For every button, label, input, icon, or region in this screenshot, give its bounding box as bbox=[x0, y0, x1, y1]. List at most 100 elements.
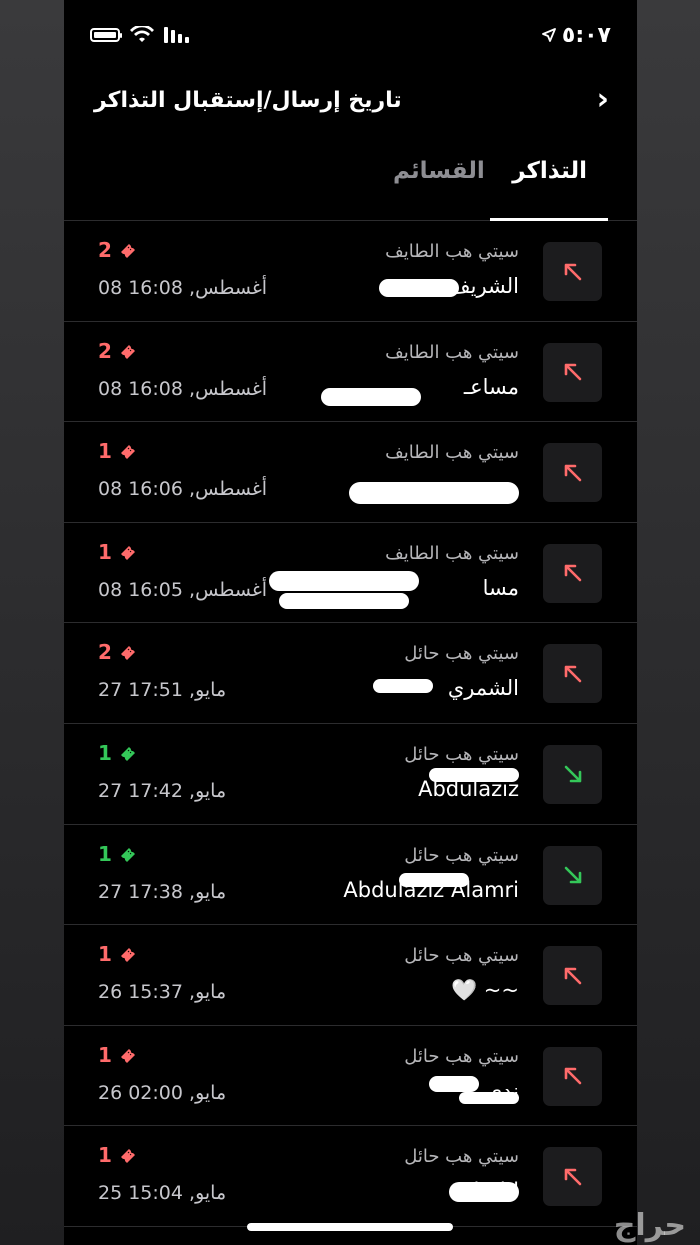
list-item[interactable]: سيتي هب حائل ~~ 🤍 1 26 مايو, 15:37 bbox=[64, 925, 637, 1026]
tab-bar: التذاكر القسائم bbox=[64, 150, 637, 221]
timestamp: 27 مايو, 17:51 bbox=[98, 679, 227, 702]
ticket-count-value: 1 bbox=[98, 841, 112, 866]
status-icons bbox=[90, 26, 190, 44]
ticket-icon bbox=[120, 545, 135, 560]
ticket-icon bbox=[120, 1048, 135, 1063]
ticket-count: 2 bbox=[98, 238, 138, 262]
branch-name: سيتي هب حائل bbox=[404, 643, 519, 665]
ticket-icon bbox=[120, 948, 135, 963]
ticket-icon bbox=[120, 244, 135, 258]
list-item[interactable]: سيتي هب حائل Abdulaziz 1 27 مايو, 17:42 bbox=[64, 724, 637, 825]
phone-screen: ٥:٠٧ تاريخ إرسال/إستقبال التذاكر › التذا… bbox=[64, 0, 637, 1245]
location-arrow-icon bbox=[542, 28, 556, 42]
ticket-icon bbox=[120, 847, 135, 862]
redaction-scribble bbox=[449, 1182, 519, 1203]
list-item[interactable]: سيتي هب حائلObaid125 مايو, 15:04 bbox=[64, 1126, 637, 1227]
tab-tickets[interactable]: التذاكر bbox=[512, 158, 587, 184]
incoming-arrow-icon bbox=[543, 845, 602, 905]
status-time: ٥:٠٧ bbox=[542, 23, 611, 48]
ticket-count-value: 2 bbox=[98, 338, 112, 363]
battery-icon bbox=[90, 28, 122, 42]
ticket-count-value: 2 bbox=[98, 238, 112, 262]
timestamp: 08 أغسطس, 16:08 bbox=[98, 277, 268, 299]
page-title: تاريخ إرسال/إستقبال التذاكر bbox=[94, 87, 402, 113]
timestamp: 08 أغسطس, 16:06 bbox=[98, 478, 268, 501]
ticket-icon bbox=[120, 746, 135, 761]
outgoing-arrow-icon bbox=[543, 1046, 602, 1106]
ticket-count-value: 1 bbox=[98, 1143, 112, 1168]
ticket-icon bbox=[120, 344, 135, 359]
wifi-icon bbox=[130, 26, 154, 42]
list-item[interactable]: سيتي هب حائل ندى 1 26 مايو, 02:00 bbox=[64, 1026, 637, 1127]
redaction-scribble bbox=[279, 592, 409, 609]
contact-name: الشمري bbox=[447, 676, 519, 701]
status-bar: ٥:٠٧ bbox=[64, 0, 637, 70]
contact-name: مساعـ bbox=[463, 374, 519, 399]
outgoing-arrow-icon bbox=[543, 342, 602, 402]
ticket-count: 2 bbox=[98, 640, 138, 664]
home-indicator[interactable] bbox=[247, 1223, 453, 1231]
ticket-count: 1 bbox=[98, 1143, 138, 1167]
tickets-list: سيتي هب الطايف الشريف 2 08 أغسطس, 16:08 سيتي… bbox=[64, 221, 637, 1227]
timestamp: 26 مايو, 15:37 bbox=[98, 981, 227, 1004]
branch-name: سيتي هب حائل bbox=[404, 945, 519, 967]
back-chevron-icon[interactable]: › bbox=[597, 85, 609, 115]
list-item[interactable]: سيتي هب حائل Abdulaziz Alamri 1 27 مايو, 17… bbox=[64, 825, 637, 926]
ticket-count-value: 1 bbox=[98, 539, 112, 564]
redaction-scribble bbox=[321, 387, 421, 406]
redaction-scribble bbox=[269, 570, 419, 591]
list-item[interactable]: سيتي هب الطايف مساعـ 2 08 أغسطس, 16:08 bbox=[64, 322, 637, 423]
redaction-scribble bbox=[399, 872, 469, 887]
list-item[interactable]: سيتي هب حائل الشمري 2 27 مايو, 17:51 bbox=[64, 623, 637, 724]
branch-name: سيتي هب حائل bbox=[404, 1146, 519, 1168]
timestamp: 08 أغسطس, 16:08 bbox=[98, 377, 268, 400]
watermark-logo: حراج bbox=[613, 1208, 686, 1243]
redaction-scribble bbox=[373, 679, 433, 694]
timestamp: 26 مايو, 02:00 bbox=[98, 1081, 227, 1104]
redaction-scribble bbox=[379, 279, 459, 297]
branch-name: سيتي هب حائل bbox=[404, 844, 519, 866]
ticket-count: 1 bbox=[98, 1043, 138, 1067]
list-item[interactable]: سيتي هب الطايف مسا 1 08 أغسطس, 16:05 bbox=[64, 523, 637, 624]
ticket-count: 2 bbox=[98, 339, 138, 363]
redaction-scribble bbox=[349, 482, 519, 505]
branch-name: سيتي هب الطايف bbox=[385, 241, 519, 262]
ticket-count-value: 2 bbox=[98, 640, 112, 665]
ticket-count-value: 1 bbox=[98, 439, 112, 464]
clock-text: ٥:٠٧ bbox=[561, 22, 611, 48]
ticket-count: 1 bbox=[98, 741, 138, 765]
background-right bbox=[636, 0, 700, 1245]
ticket-icon bbox=[120, 445, 135, 460]
redaction-scribble bbox=[429, 1075, 479, 1092]
outgoing-arrow-icon bbox=[543, 946, 602, 1006]
contact-name: مسا bbox=[482, 575, 519, 600]
tab-vouchers[interactable]: القسائم bbox=[393, 158, 485, 184]
timestamp: 27 مايو, 17:42 bbox=[98, 779, 227, 802]
incoming-arrow-icon bbox=[543, 744, 602, 804]
signal-icon bbox=[164, 27, 189, 43]
branch-name: سيتي هب حائل bbox=[404, 1045, 519, 1067]
ticket-count-value: 1 bbox=[98, 1042, 112, 1067]
ticket-count-value: 1 bbox=[98, 942, 112, 967]
list-item[interactable]: سيتي هب الطايف 1 08 أغسطس, 16:06 bbox=[64, 422, 637, 523]
ticket-count: 1 bbox=[98, 439, 138, 463]
redaction-scribble bbox=[459, 1091, 519, 1104]
ticket-count: 1 bbox=[98, 540, 138, 564]
branch-name: سيتي هب الطايف bbox=[385, 341, 519, 363]
background-left bbox=[0, 0, 64, 1245]
ticket-icon bbox=[120, 646, 135, 661]
branch-name: سيتي هب الطايف bbox=[385, 542, 519, 564]
contact-name: ~~ 🤍 bbox=[450, 978, 519, 1003]
nav-header: تاريخ إرسال/إستقبال التذاكر › bbox=[64, 72, 637, 128]
ticket-count: 1 bbox=[98, 842, 138, 866]
contact-name: الشريف bbox=[448, 274, 519, 298]
ticket-count-value: 1 bbox=[98, 740, 112, 765]
outgoing-arrow-icon bbox=[543, 644, 602, 704]
list-item[interactable]: سيتي هب الطايف الشريف 2 08 أغسطس, 16:08 bbox=[64, 221, 637, 322]
ticket-count: 1 bbox=[98, 942, 138, 966]
redaction-scribble bbox=[429, 767, 519, 782]
timestamp: 27 مايو, 17:38 bbox=[98, 880, 227, 903]
timestamp: 25 مايو, 15:04 bbox=[98, 1182, 227, 1205]
timestamp: 08 أغسطس, 16:05 bbox=[98, 578, 268, 601]
branch-name: سيتي هب الطايف bbox=[385, 442, 519, 464]
